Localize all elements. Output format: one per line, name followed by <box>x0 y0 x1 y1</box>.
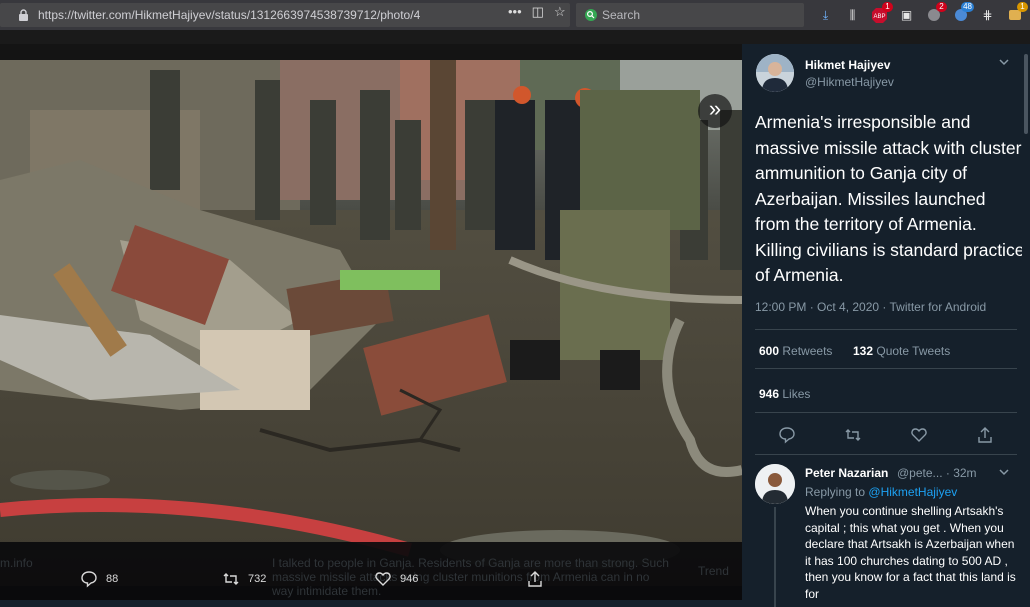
quotes-label: Quote Tweets <box>876 344 951 358</box>
reply-author-name[interactable]: Peter Nazarian <box>805 466 888 480</box>
quotes-count: 132 <box>853 344 874 358</box>
likes-stat[interactable]: 946 Likes <box>759 387 810 401</box>
photo-retweet-count: 732 <box>248 573 267 585</box>
url-text[interactable]: https://twitter.com/HikmetHajiyev/status… <box>38 8 420 22</box>
scrollbar[interactable] <box>1022 44 1030 600</box>
reply-avatar[interactable] <box>755 464 795 504</box>
ghost-line-1: I talked to people in Ganja. Residents o… <box>272 556 669 570</box>
divider <box>755 454 1017 455</box>
author-handle[interactable]: @HikmetHajiyev <box>805 75 894 89</box>
retweet-icon[interactable] <box>844 426 862 444</box>
photo-like-button[interactable]: 946 <box>374 570 418 588</box>
chevron-down-icon[interactable] <box>998 56 1010 68</box>
photo-viewer: » <box>0 44 742 600</box>
svg-text:ABP: ABP <box>873 14 885 20</box>
tweet-actions <box>755 426 1017 446</box>
likes-label: Likes <box>782 387 811 401</box>
lock-icon <box>19 9 28 21</box>
replying-prefix: Replying to <box>805 485 866 499</box>
badge-count: 2 <box>936 2 947 12</box>
photo-reply-button[interactable]: 88 <box>80 570 118 588</box>
ghost-line-2: massive missile attacks using cluster mu… <box>272 570 650 584</box>
divider <box>755 329 1017 330</box>
search-engine-icon <box>585 9 597 21</box>
divider <box>755 368 1017 369</box>
author-avatar-image <box>756 54 794 92</box>
heart-icon[interactable] <box>910 426 928 444</box>
avatar[interactable] <box>756 54 794 92</box>
extension-icon-2[interactable]: 48 <box>947 2 974 26</box>
photo-like-count: 946 <box>400 573 419 585</box>
thread-line <box>774 507 776 607</box>
heart-icon <box>375 572 391 586</box>
page-actions-icon[interactable]: ••• <box>508 4 522 20</box>
ghost-left: m.info <box>0 556 33 570</box>
divider <box>755 412 1017 413</box>
tweet-text: Armenia's irresponsible and massive miss… <box>755 112 1025 285</box>
reply-text: When you continue shelling Artsakh's cap… <box>805 504 1016 601</box>
url-actions: ••• ◫ ☆ <box>508 4 566 20</box>
badge-count: 1 <box>1017 2 1028 12</box>
toolbar-icons: ⤓ ⫼ ABP 1 ▣ 2 48 ⋕ 1 ≡ <box>812 2 1030 26</box>
badge-count: 48 <box>961 2 974 12</box>
likes-count: 946 <box>759 387 780 401</box>
tweet-timestamp[interactable]: 12:00 PM · Oct 4, 2020 · Twitter for And… <box>755 300 986 314</box>
tab-strip-shadow <box>0 30 1030 44</box>
extension-icon[interactable]: 2 <box>920 2 947 26</box>
replying-to: Replying to @HikmetHajiyev <box>805 485 957 499</box>
expand-icon[interactable]: » <box>698 94 732 128</box>
tweet-photo[interactable] <box>0 60 742 586</box>
photo-share-button[interactable] <box>526 570 544 588</box>
share-icon[interactable] <box>976 426 994 444</box>
reader-view-icon[interactable]: ▣ <box>893 4 920 26</box>
reply-icon[interactable] <box>778 426 796 444</box>
library-icon[interactable]: ⫼ <box>839 4 866 26</box>
pocket-icon[interactable]: ◫ <box>532 4 544 20</box>
chevron-down-icon[interactable] <box>998 466 1010 478</box>
abp-icon[interactable]: ABP 1 <box>866 2 893 26</box>
quotes-stat[interactable]: 132 Quote Tweets <box>853 344 950 358</box>
badge-count: 1 <box>882 2 893 12</box>
scroll-thumb[interactable] <box>1024 54 1028 134</box>
download-icon[interactable]: ⤓ <box>812 4 839 26</box>
reply-icon <box>81 571 97 588</box>
tweet-detail-panel: Hikmet Hajiyev @HikmetHajiyev Armenia's … <box>742 44 1030 607</box>
retweets-stat[interactable]: 600 Retweets <box>759 344 832 358</box>
search-placeholder: Search <box>602 8 641 22</box>
grid-icon[interactable]: ⋕ <box>974 4 1001 26</box>
photo-retweet-button[interactable]: 732 <box>222 570 266 588</box>
extension-icon-3[interactable]: 1 <box>1001 2 1028 26</box>
address-bar[interactable]: https://twitter.com/HikmetHajiyev/status… <box>0 3 570 27</box>
search-input[interactable]: Search <box>576 3 804 27</box>
author-name[interactable]: Hikmet Hajiyev <box>805 58 890 72</box>
photo-reply-count: 88 <box>106 573 119 585</box>
retweets-count: 600 <box>759 344 780 358</box>
explosion-scene-image <box>0 60 742 586</box>
ghost-line-3: way intimidate them. <box>272 584 382 598</box>
replying-to-link[interactable]: @HikmetHajiyev <box>868 485 957 499</box>
retweets-label: Retweets <box>782 344 833 358</box>
retweet-icon <box>223 573 239 585</box>
reply-avatar-image <box>755 464 795 504</box>
reply-author-handle[interactable]: @pete... · 32m <box>897 466 977 480</box>
share-icon <box>528 571 542 587</box>
browser-toolbar: ▯ https://twitter.com/HikmetHajiyev/stat… <box>0 0 1030 30</box>
bookmark-star-icon[interactable]: ☆ <box>554 4 566 20</box>
ghost-right: Trend <box>698 564 729 578</box>
